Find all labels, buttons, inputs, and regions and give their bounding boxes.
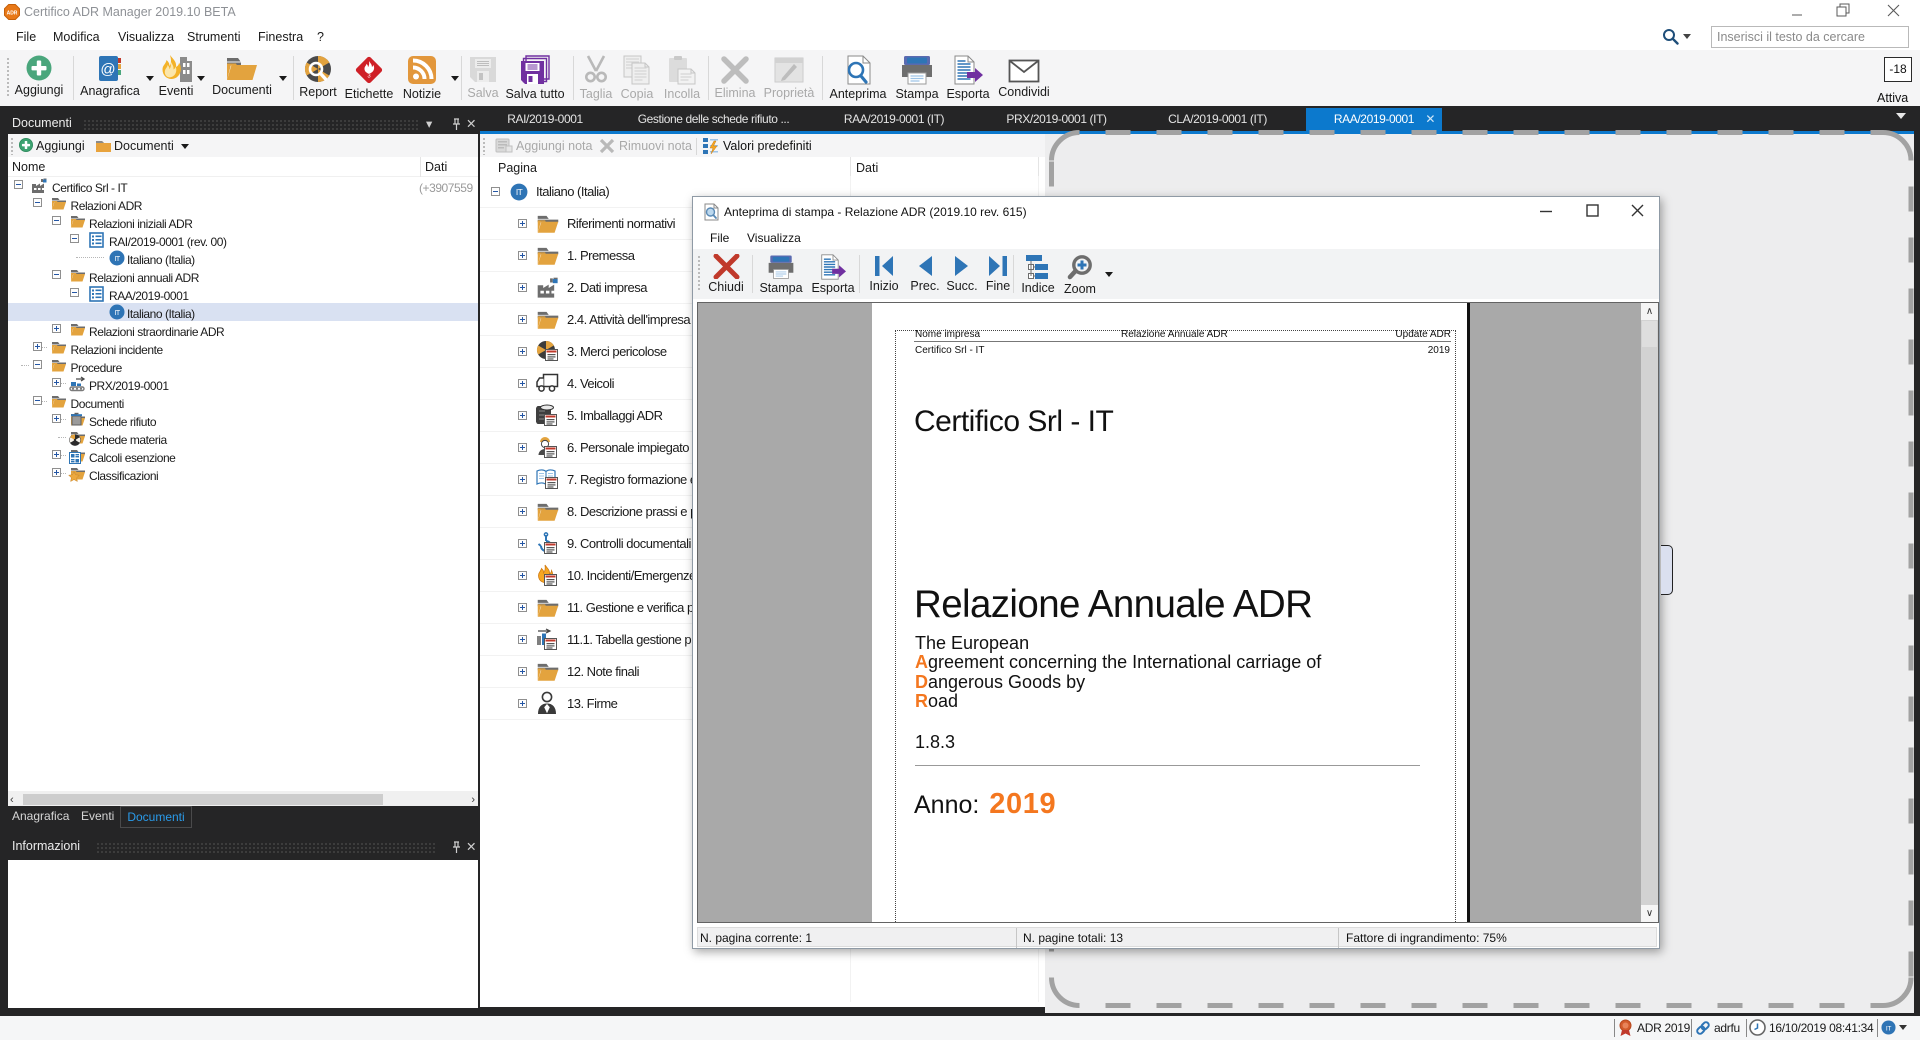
svg-text:@: @ — [100, 61, 115, 78]
svg-text:ADR: ADR — [7, 11, 18, 17]
svg-text:IT: IT — [516, 187, 523, 197]
svg-text:IT: IT — [1886, 1025, 1892, 1032]
